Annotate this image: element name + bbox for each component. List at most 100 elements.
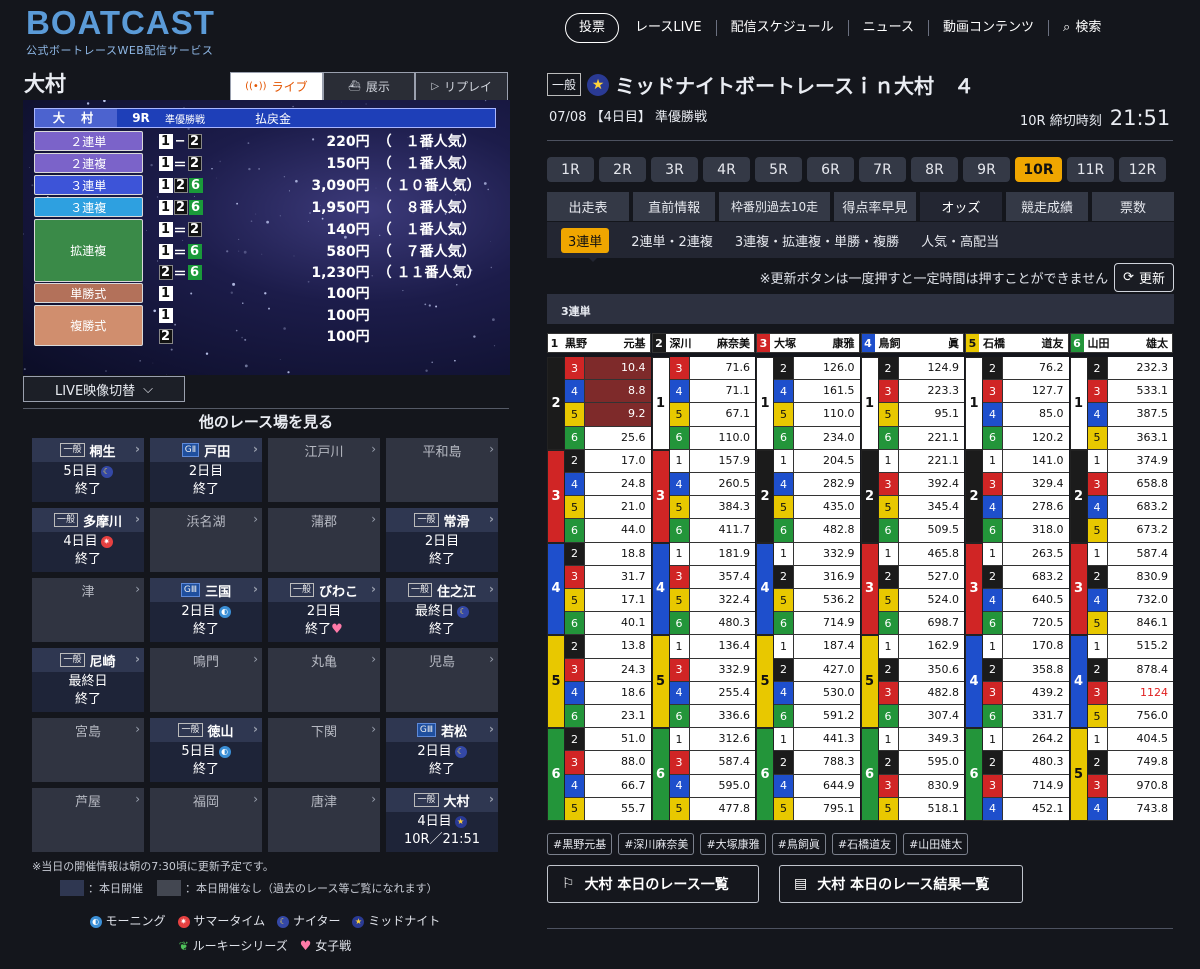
hashtag[interactable]: #大塚康雅	[700, 833, 766, 855]
chevron-right-icon: ›	[253, 792, 258, 806]
venue-card[interactable]: GⅢ 若松 › 2日目 ☾ 終了	[386, 718, 498, 782]
odds-row: 2 595.0	[878, 751, 964, 775]
venue-card[interactable]: 宮島 ›	[32, 718, 144, 782]
race-list-link[interactable]: ⚐ 大村 本日のレース一覧	[547, 865, 759, 903]
odds-tab-3[interactable]: 人気・高配当	[921, 231, 999, 250]
race-9R[interactable]: 9R	[963, 157, 1010, 182]
boat-number: 6	[187, 243, 202, 259]
venue-card[interactable]: GⅡ 戸田 › 2日目 終了	[150, 438, 262, 502]
venue-card[interactable]: 一般 びわこ › 2日目 終了♥	[268, 578, 380, 642]
venue-card[interactable]: 福岡 ›	[150, 788, 262, 852]
nav-label: 配信スケジュール	[730, 20, 834, 35]
odds-row: 6 720.5	[983, 612, 1069, 636]
venue-card[interactable]: 唐津 ›	[268, 788, 380, 852]
hashtag[interactable]: #鳥飼眞	[771, 833, 826, 855]
venue-card[interactable]: 下関 ›	[268, 718, 380, 782]
third-place-number: 6	[878, 519, 899, 542]
venue-card[interactable]: 一般 尼崎 › 最終日 終了	[32, 648, 144, 712]
race-12R[interactable]: 12R	[1119, 157, 1166, 182]
update-button[interactable]: ⟳ 更新	[1114, 262, 1174, 292]
tab-info-4[interactable]: オッズ	[919, 192, 1002, 221]
odds-value: 24.8	[585, 473, 651, 496]
nav-search[interactable]: ⌕ 検索	[1049, 20, 1115, 36]
odds-row: 2 830.9	[1087, 565, 1173, 589]
venue-card[interactable]: 一般 多摩川 › 4日目 ✷ 終了	[32, 508, 144, 572]
race-11R[interactable]: 11R	[1067, 157, 1114, 182]
venue-card[interactable]: 一般 大村 › 4日目 ★ 10R／21:51	[386, 788, 498, 852]
third-place-number: 2	[983, 751, 1003, 774]
tab-live[interactable]: ((•)) ライブ	[230, 72, 323, 100]
race-results-link[interactable]: ▤ 大村 本日のレース結果一覧	[779, 865, 1023, 903]
venue-status-label: 終了	[192, 482, 219, 497]
race-7R[interactable]: 7R	[859, 157, 906, 182]
venue-card[interactable]: 丸亀 ›	[268, 648, 380, 712]
venue-card[interactable]: 浜名湖 ›	[150, 508, 262, 572]
tab-exhibition[interactable]: ⛴ 展示	[322, 72, 416, 100]
race-number-tabs: 1R 2R 3R 4R 5R 6R 7R 8R 9R 10R 11R 12R	[547, 157, 1166, 182]
third-place-number: 1	[774, 728, 794, 751]
third-place-number: 5	[669, 496, 690, 519]
venue-card[interactable]: 一般 住之江 › 最終日 ☾ 終了	[386, 578, 498, 642]
race-10R[interactable]: 10R	[1015, 157, 1062, 182]
odds-value: 698.7	[898, 612, 964, 635]
race-2R[interactable]: 2R	[599, 157, 646, 182]
odds-tab-1[interactable]: 2連単・2連複	[631, 231, 713, 250]
race-6R[interactable]: 6R	[807, 157, 854, 182]
live-switch-select[interactable]: LIVE映像切替 ⌵	[23, 376, 185, 402]
nav-schedule[interactable]: 配信スケジュール	[717, 20, 849, 36]
tab-replay[interactable]: ▷ リプレイ	[415, 72, 509, 100]
venue-card[interactable]: 津 ›	[32, 578, 144, 642]
venue-card[interactable]: 児島 ›	[386, 648, 498, 712]
tab-info-6[interactable]: 票数	[1091, 192, 1175, 221]
nav-vote[interactable]: 投票	[565, 13, 620, 43]
odds-row: 1 170.8	[983, 635, 1069, 659]
venue-card[interactable]: 平和島 ›	[386, 438, 498, 502]
venue-card[interactable]: 一般 徳山 › 5日目 ◐ 終了	[150, 718, 262, 782]
nav-race-live[interactable]: レースLIVE	[621, 20, 717, 36]
tab-info-1[interactable]: 直前情報	[633, 192, 716, 221]
nav-news[interactable]: ニュース	[849, 20, 930, 36]
chevron-right-icon: ›	[253, 442, 258, 456]
venue-card[interactable]: 鳴門 ›	[150, 648, 262, 712]
hashtag[interactable]: #山田雄太	[903, 833, 969, 855]
third-place-number: 4	[983, 403, 1003, 426]
nav-videos[interactable]: 動画コンテンツ	[929, 20, 1050, 36]
odds-tab-2[interactable]: 3連複・拡連複・単勝・複勝	[735, 231, 899, 250]
tab-info-3[interactable]: 得点率早見	[833, 192, 916, 221]
venue-card[interactable]: GⅢ 三国 › 2日目 ◐ 終了	[150, 578, 262, 642]
venue-card[interactable]: 江戸川 ›	[268, 438, 380, 502]
race-1R[interactable]: 1R	[547, 157, 594, 182]
race-4R[interactable]: 4R	[703, 157, 750, 182]
third-place-number: 3	[878, 681, 899, 704]
race-8R[interactable]: 8R	[911, 157, 958, 182]
boatcast-logo[interactable]: BOATCAST 公式ボートレースWEB配信サービス	[26, 4, 216, 57]
venue-name: 多摩川	[83, 514, 123, 530]
odds-value: 157.9	[689, 449, 755, 472]
boat-number: 2	[187, 133, 202, 149]
odds-value: 332.9	[689, 658, 755, 681]
venue-card[interactable]: 芦屋 ›	[32, 788, 144, 852]
venue-card[interactable]: 蒲郡 ›	[268, 508, 380, 572]
flag-icon: ⚐	[562, 876, 575, 892]
odds-row: 2 17.0	[565, 449, 651, 473]
odds-row: 2 126.0	[774, 357, 860, 381]
tab-info-2[interactable]: 枠番別過去10走	[719, 192, 830, 221]
odds-row: 3 357.4	[669, 565, 755, 589]
venue-card[interactable]: 一般 桐生 › 5日目 ☾ 終了	[32, 438, 144, 502]
hashtag[interactable]: #深川麻奈美	[618, 833, 695, 855]
venue-name-row: 一般 桐生 ›	[32, 438, 144, 462]
hashtag[interactable]: #石橋道友	[831, 833, 898, 855]
odds-row: 6 411.7	[669, 519, 755, 543]
odds-tab-0[interactable]: 3連単	[561, 227, 610, 253]
odds-row: 4 255.4	[669, 681, 755, 705]
tab-info-0[interactable]: 出走表	[547, 192, 630, 221]
venue-card[interactable]: 一般 常滑 › 2日目 終了	[386, 508, 498, 572]
hashtag[interactable]: #黒野元基	[547, 833, 613, 855]
odds-value: 374.9	[1107, 449, 1173, 472]
race-3R[interactable]: 3R	[651, 157, 698, 182]
odds-value: 40.1	[585, 612, 651, 635]
tab-info-5[interactable]: 競走成績	[1005, 192, 1088, 221]
star-dot	[244, 364, 248, 368]
race-5R[interactable]: 5R	[755, 157, 802, 182]
odds-row: 2 878.4	[1087, 658, 1173, 682]
